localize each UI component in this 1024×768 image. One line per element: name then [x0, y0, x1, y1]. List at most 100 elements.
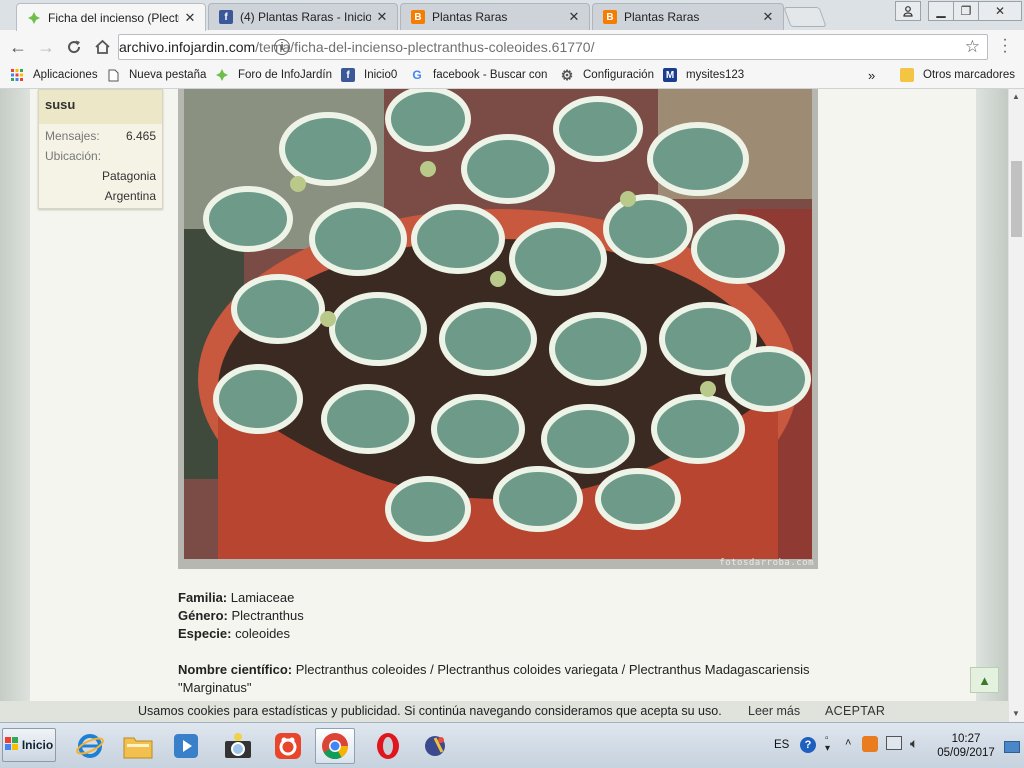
especie-line: Especie: coleoides — [178, 625, 290, 643]
tab-title: Plantas Raras — [624, 10, 700, 24]
bookmark-nueva-pestana[interactable]: Nueva pestaña — [106, 68, 206, 82]
media-player-icon[interactable] — [166, 728, 206, 764]
facebook-icon: f — [219, 10, 233, 24]
bookmark-configuracion[interactable]: ⚙ Configuración — [560, 66, 654, 83]
bookmark-facebook-buscar[interactable]: G facebook - Buscar con — [410, 68, 547, 82]
tab-plantas-raras-1[interactable]: B Plantas Raras ✕ — [400, 3, 590, 30]
genero-label: Género: — [178, 608, 228, 623]
restore-button[interactable]: ❐ — [953, 1, 979, 21]
camera-app-icon[interactable] — [218, 728, 258, 764]
start-button[interactable]: Inicio — [2, 728, 56, 762]
page-right-gutter — [976, 89, 1008, 701]
facebook-icon: f — [341, 68, 355, 82]
especie-label: Especie: — [178, 626, 232, 641]
close-icon[interactable]: ✕ — [375, 9, 389, 25]
tool-app-icon[interactable] — [416, 728, 456, 764]
scroll-down-arrow-icon[interactable]: ▼ — [1012, 709, 1020, 718]
cientifico-label: Nombre científico: — [178, 662, 293, 677]
cookie-bar: Usamos cookies para estadísticas y publi… — [0, 701, 1008, 722]
blogger-icon: B — [603, 10, 617, 24]
url-text[interactable]: archivo.infojardin.com/tema/ficha-del-in… — [119, 39, 965, 55]
page-left-gutter — [0, 89, 30, 701]
bookmark-foro-infojardin[interactable]: Foro de InfoJardín — [215, 68, 332, 82]
internet-explorer-icon[interactable] — [70, 728, 110, 764]
bookmark-inicio0[interactable]: f Inicio0 — [341, 68, 397, 82]
system-clock[interactable]: 10:27 05/09/2017 — [935, 732, 997, 760]
clock-date: 05/09/2017 — [937, 747, 995, 759]
network-icon[interactable] — [886, 736, 902, 750]
tab-plantas-raras-2[interactable]: B Plantas Raras ✕ — [592, 3, 784, 30]
bookmark-mysites123[interactable]: M mysites123 — [663, 68, 744, 82]
especie-value: coleoides — [235, 626, 291, 641]
bookmark-star-icon[interactable]: ☆ — [965, 37, 980, 57]
scroll-to-top-button[interactable]: ▲ — [970, 667, 999, 693]
familia-line: Familia: Lamiaceae — [178, 589, 294, 607]
back-button[interactable]: ← — [6, 35, 30, 59]
folder-icon — [900, 68, 914, 82]
messages-value: 6.465 — [125, 129, 156, 143]
bookmark-label: Aplicaciones — [33, 69, 98, 81]
bookmarks-overflow-button[interactable]: » — [868, 68, 875, 83]
vertical-scrollbar[interactable]: ▲ ▼ — [1008, 89, 1024, 722]
close-icon[interactable]: ✕ — [567, 9, 581, 25]
cientifico-value-cont: "Marginatus" — [178, 680, 252, 695]
close-window-button[interactable]: ✕ — [978, 1, 1022, 21]
tab-title: Plantas Raras — [432, 10, 508, 24]
cookie-accept-button[interactable]: ACEPTAR — [825, 704, 885, 718]
close-icon[interactable]: ✕ — [183, 10, 197, 26]
bookmark-otros-marcadores[interactable]: Otros marcadores — [900, 68, 1015, 82]
tab-ficha-incienso[interactable]: Ficha del incienso (Plectran ✕ — [16, 3, 206, 31]
avast-tray-icon[interactable] — [862, 736, 878, 752]
scrollbar-thumb[interactable] — [1011, 161, 1022, 237]
chrome-icon[interactable] — [315, 728, 355, 764]
username[interactable]: susu — [39, 90, 162, 124]
browser-toolbar: ← → i archivo.infojardin.com/tema/ficha-… — [0, 30, 1024, 64]
tab-title: Ficha del incienso (Plectran — [48, 10, 179, 25]
bookmark-apps[interactable]: Aplicaciones — [10, 68, 98, 82]
volume-icon[interactable]: 🔈︎ — [910, 735, 918, 752]
cookie-read-more-link[interactable]: Leer más — [748, 704, 800, 718]
opera-icon[interactable] — [368, 728, 408, 764]
bookmarks-bar: Aplicaciones Nueva pestaña Foro de InfoJ… — [0, 64, 1024, 89]
show-hidden-icons-chevron-icon[interactable]: ˄ — [845, 737, 851, 749]
scroll-up-arrow-icon[interactable]: ▲ — [1012, 92, 1020, 101]
messages-label: Mensajes: — [45, 129, 100, 143]
post-content: susu Mensajes: 6.465 Ubicación: Patagoni… — [30, 89, 999, 701]
cientifico-value: Plectranthus coleoides / Plectranthus co… — [295, 662, 810, 677]
overflow-chevron-icon: » — [868, 68, 876, 83]
messages-row: Mensajes: 6.465 — [39, 126, 162, 146]
info-icon[interactable]: i — [274, 39, 290, 55]
apps-grid-icon — [10, 68, 24, 82]
plant-photo[interactable]: fotosdarroba.com — [178, 89, 818, 569]
bookmark-label: facebook - Buscar con — [433, 69, 548, 81]
bookmark-label: mysites123 — [686, 69, 745, 81]
address-bar[interactable]: i archivo.infojardin.com/tema/ficha-del-… — [118, 34, 988, 60]
menu-icon[interactable]: · · · — [1000, 32, 1010, 60]
user-profile-icon[interactable] — [895, 1, 921, 21]
page-viewport: susu Mensajes: 6.465 Ubicación: Patagoni… — [0, 89, 1008, 701]
minimize-button[interactable]: ▁ — [928, 1, 954, 21]
show-desktop-icon[interactable] — [1004, 741, 1020, 753]
location-row: Ubicación: — [39, 146, 162, 166]
close-icon[interactable]: ✕ — [761, 9, 775, 25]
m-icon: M — [663, 68, 677, 82]
windows-taskbar: Inicio ES ? ▫ ▾ ˄ 🔈︎ 10:27 05/09/2017 — [0, 722, 1024, 768]
home-button[interactable] — [90, 35, 114, 59]
genero-value: Plectranthus — [231, 608, 304, 623]
language-indicator[interactable]: ES — [774, 739, 789, 751]
language-bar-icon[interactable]: ▫ ▾ — [825, 734, 830, 754]
reload-button[interactable] — [62, 35, 86, 59]
user-info-card: susu Mensajes: 6.465 Ubicación: Patagoni… — [38, 89, 163, 209]
gear-icon: ⚙ — [560, 66, 574, 83]
tab-plantas-raras-inicio[interactable]: f (4) Plantas Raras - Inicio ✕ — [208, 3, 398, 30]
nombre-cientifico-block: Nombre científico: Plectranthus coleoide… — [178, 661, 938, 697]
file-explorer-icon[interactable] — [118, 728, 158, 764]
forward-button[interactable]: → — [34, 35, 58, 59]
help-icon[interactable]: ? — [800, 737, 816, 753]
new-tab-button[interactable] — [783, 7, 827, 27]
blogger-icon: B — [411, 10, 425, 24]
google-icon: G — [412, 68, 422, 82]
app-red-icon[interactable] — [268, 728, 308, 764]
location-line-1: Patagonia — [101, 169, 156, 183]
photo-credit: fotosdarroba.com — [719, 558, 814, 568]
